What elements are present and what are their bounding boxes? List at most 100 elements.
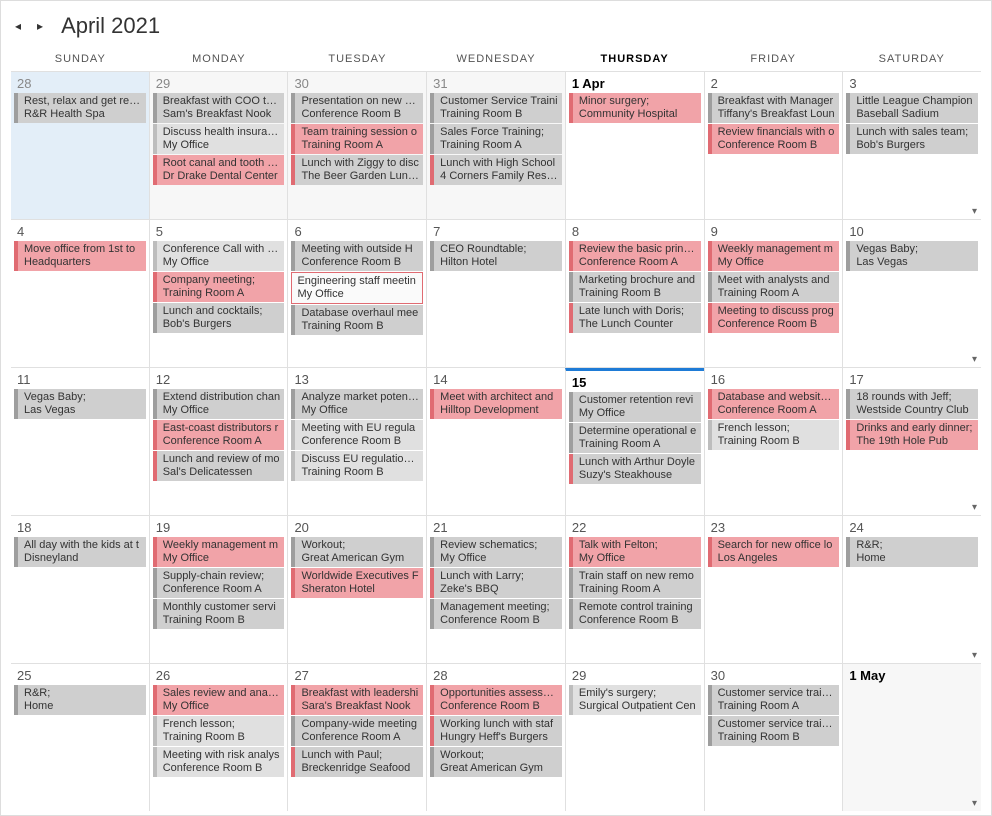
calendar-event[interactable]: R&R;Home [846, 537, 978, 567]
calendar-event[interactable]: Opportunities assessmeConference Room B [430, 685, 562, 715]
day-cell[interactable]: 11Vegas Baby;Las Vegas [11, 368, 149, 515]
calendar-event[interactable]: Meeting with outside HConference Room B [291, 241, 423, 271]
calendar-event[interactable]: Presentation on new BluConference Room B [291, 93, 423, 123]
calendar-event[interactable]: Talk with Felton;My Office [569, 537, 701, 567]
calendar-event[interactable]: Marketing brochure andTraining Room B [569, 272, 701, 302]
day-cell[interactable]: 12Extend distribution chanMy OfficeEast-… [149, 368, 288, 515]
calendar-event[interactable]: Customer retention reviMy Office [569, 392, 701, 422]
calendar-event[interactable]: Review schematics;My Office [430, 537, 562, 567]
calendar-event[interactable]: Team training session oTraining Room A [291, 124, 423, 154]
next-month-button[interactable]: ▸ [33, 17, 47, 35]
calendar-event[interactable]: Monthly customer serviTraining Room B [153, 599, 285, 629]
calendar-event[interactable]: Sales review and analysiMy Office [153, 685, 285, 715]
day-cell[interactable]: 1 May▾ [842, 664, 981, 811]
day-cell[interactable]: 20Workout;Great American GymWorldwide Ex… [287, 516, 426, 663]
calendar-event[interactable]: Rest, relax and get readyR&R Health Spa [14, 93, 146, 123]
day-cell[interactable]: 31Customer Service TrainiTraining Room B… [426, 72, 565, 219]
calendar-event[interactable]: Sales Force Training;Training Room A [430, 124, 562, 154]
day-cell[interactable]: 9Weekly management mMy OfficeMeet with a… [704, 220, 843, 367]
more-events-button[interactable]: ▾ [972, 206, 977, 217]
day-cell[interactable]: 10Vegas Baby;Las Vegas▾ [842, 220, 981, 367]
calendar-event[interactable]: Weekly management mMy Office [708, 241, 840, 271]
calendar-event[interactable]: Move office from 1st toHeadquarters [14, 241, 146, 271]
calendar-event[interactable]: Breakfast with COO to dSam's Breakfast N… [153, 93, 285, 123]
day-cell[interactable]: 29Breakfast with COO to dSam's Breakfast… [149, 72, 288, 219]
calendar-event[interactable]: Train staff on new remoTraining Room A [569, 568, 701, 598]
day-cell[interactable]: 1 AprMinor surgery;Community Hospital [565, 72, 704, 219]
day-cell[interactable]: 5Conference Call with LEMy OfficeCompany… [149, 220, 288, 367]
calendar-event[interactable]: Lunch with Ziggy to discThe Beer Garden … [291, 155, 423, 185]
calendar-event[interactable]: Database overhaul meeTraining Room B [291, 305, 423, 335]
prev-month-button[interactable]: ◂ [11, 17, 25, 35]
calendar-event[interactable]: R&R;Home [14, 685, 146, 715]
calendar-event[interactable]: Vegas Baby;Las Vegas [14, 389, 146, 419]
day-cell[interactable]: 30Presentation on new BluConference Room… [287, 72, 426, 219]
day-cell[interactable]: 21Review schematics;My OfficeLunch with … [426, 516, 565, 663]
calendar-event[interactable]: Workout;Great American Gym [291, 537, 423, 567]
day-cell[interactable]: 1718 rounds with Jeff;Westside Country C… [842, 368, 981, 515]
calendar-event[interactable]: Review the basic principConference Room … [569, 241, 701, 271]
calendar-event[interactable]: Worldwide Executives FSheraton Hotel [291, 568, 423, 598]
calendar-event[interactable]: Company-wide meetingConference Room A [291, 716, 423, 746]
day-cell[interactable]: 26Sales review and analysiMy OfficeFrenc… [149, 664, 288, 811]
day-cell[interactable]: 18All day with the kids at tDisneyland [11, 516, 149, 663]
day-cell[interactable]: 27Breakfast with leadershiSara's Breakfa… [287, 664, 426, 811]
calendar-event[interactable]: Meet with analysts andTraining Room A [708, 272, 840, 302]
calendar-event[interactable]: Management meeting;Conference Room B [430, 599, 562, 629]
day-cell[interactable]: 8Review the basic principConference Room… [565, 220, 704, 367]
calendar-event[interactable]: Extend distribution chanMy Office [153, 389, 285, 419]
calendar-event[interactable]: Emily's surgery;Surgical Outpatient Cen [569, 685, 701, 715]
day-cell[interactable]: 29Emily's surgery;Surgical Outpatient Ce… [565, 664, 704, 811]
day-cell[interactable]: 24R&R;Home▾ [842, 516, 981, 663]
calendar-event[interactable]: Workout;Great American Gym [430, 747, 562, 777]
day-cell[interactable]: 22Talk with Felton;My OfficeTrain staff … [565, 516, 704, 663]
day-cell[interactable]: 19Weekly management mMy OfficeSupply-cha… [149, 516, 288, 663]
day-cell[interactable]: 2Breakfast with ManagerTiffany's Breakfa… [704, 72, 843, 219]
calendar-event[interactable]: French lesson;Training Room B [153, 716, 285, 746]
calendar-event[interactable]: Company meeting;Training Room A [153, 272, 285, 302]
calendar-event[interactable]: Remote control trainingConference Room B [569, 599, 701, 629]
more-events-button[interactable]: ▾ [972, 650, 977, 661]
calendar-event[interactable]: Lunch with Paul;Breckenridge Seafood [291, 747, 423, 777]
calendar-event[interactable]: Analyze market potentiaMy Office [291, 389, 423, 419]
calendar-event[interactable]: Review financials with oConference Room … [708, 124, 840, 154]
calendar-event[interactable]: Discuss EU regulations wTraining Room B [291, 451, 423, 481]
day-cell[interactable]: 6Meeting with outside HConference Room B… [287, 220, 426, 367]
calendar-event[interactable]: Lunch with Arthur DoyleSuzy's Steakhouse [569, 454, 701, 484]
calendar-event[interactable]: French lesson;Training Room B [708, 420, 840, 450]
calendar-event[interactable]: Determine operational eTraining Room A [569, 423, 701, 453]
calendar-event[interactable]: Meeting to discuss progConference Room B [708, 303, 840, 333]
more-events-button[interactable]: ▾ [972, 798, 977, 809]
calendar-event[interactable]: Database and website reConference Room A [708, 389, 840, 419]
calendar-event[interactable]: Breakfast with ManagerTiffany's Breakfas… [708, 93, 840, 123]
calendar-event[interactable]: CEO Roundtable;Hilton Hotel [430, 241, 562, 271]
calendar-event[interactable]: Late lunch with Doris;The Lunch Counter [569, 303, 701, 333]
calendar-event[interactable]: Meeting with EU regulaConference Room B [291, 420, 423, 450]
calendar-event[interactable]: Breakfast with leadershiSara's Breakfast… [291, 685, 423, 715]
calendar-event[interactable]: Search for new office loLos Angeles [708, 537, 840, 567]
day-cell[interactable]: 13Analyze market potentiaMy OfficeMeetin… [287, 368, 426, 515]
day-cell[interactable]: 4Move office from 1st toHeadquarters [11, 220, 149, 367]
calendar-event[interactable]: Lunch with High School4 Corners Family R… [430, 155, 562, 185]
more-events-button[interactable]: ▾ [972, 502, 977, 513]
calendar-event[interactable]: All day with the kids at tDisneyland [14, 537, 146, 567]
calendar-event[interactable]: Customer Service TrainiTraining Room B [430, 93, 562, 123]
day-cell[interactable]: 3Little League ChampionBaseball SadiumLu… [842, 72, 981, 219]
calendar-event[interactable]: Supply-chain review;Conference Room A [153, 568, 285, 598]
calendar-event[interactable]: Little League ChampionBaseball Sadium [846, 93, 978, 123]
calendar-event[interactable]: Weekly management mMy Office [153, 537, 285, 567]
calendar-event[interactable]: 18 rounds with Jeff;Westside Country Clu… [846, 389, 978, 419]
day-cell[interactable]: 28Opportunities assessmeConference Room … [426, 664, 565, 811]
calendar-event[interactable]: Drinks and early dinner;The 19th Hole Pu… [846, 420, 978, 450]
calendar-event[interactable]: Conference Call with LEMy Office [153, 241, 285, 271]
calendar-event[interactable]: Vegas Baby;Las Vegas [846, 241, 978, 271]
calendar-event[interactable]: Meet with architect andHilltop Developme… [430, 389, 562, 419]
day-cell[interactable]: 28Rest, relax and get readyR&R Health Sp… [11, 72, 149, 219]
calendar-event[interactable]: Lunch with Larry;Zeke's BBQ [430, 568, 562, 598]
calendar-event[interactable]: East-coast distributors rConference Room… [153, 420, 285, 450]
calendar-event[interactable]: Customer service traininTraining Room A [708, 685, 840, 715]
calendar-event[interactable]: Root canal and tooth cleDr Drake Dental … [153, 155, 285, 185]
day-cell[interactable]: 30Customer service traininTraining Room … [704, 664, 843, 811]
calendar-event[interactable]: Discuss health insuranceMy Office [153, 124, 285, 154]
calendar-event[interactable]: Lunch with sales team;Bob's Burgers [846, 124, 978, 154]
